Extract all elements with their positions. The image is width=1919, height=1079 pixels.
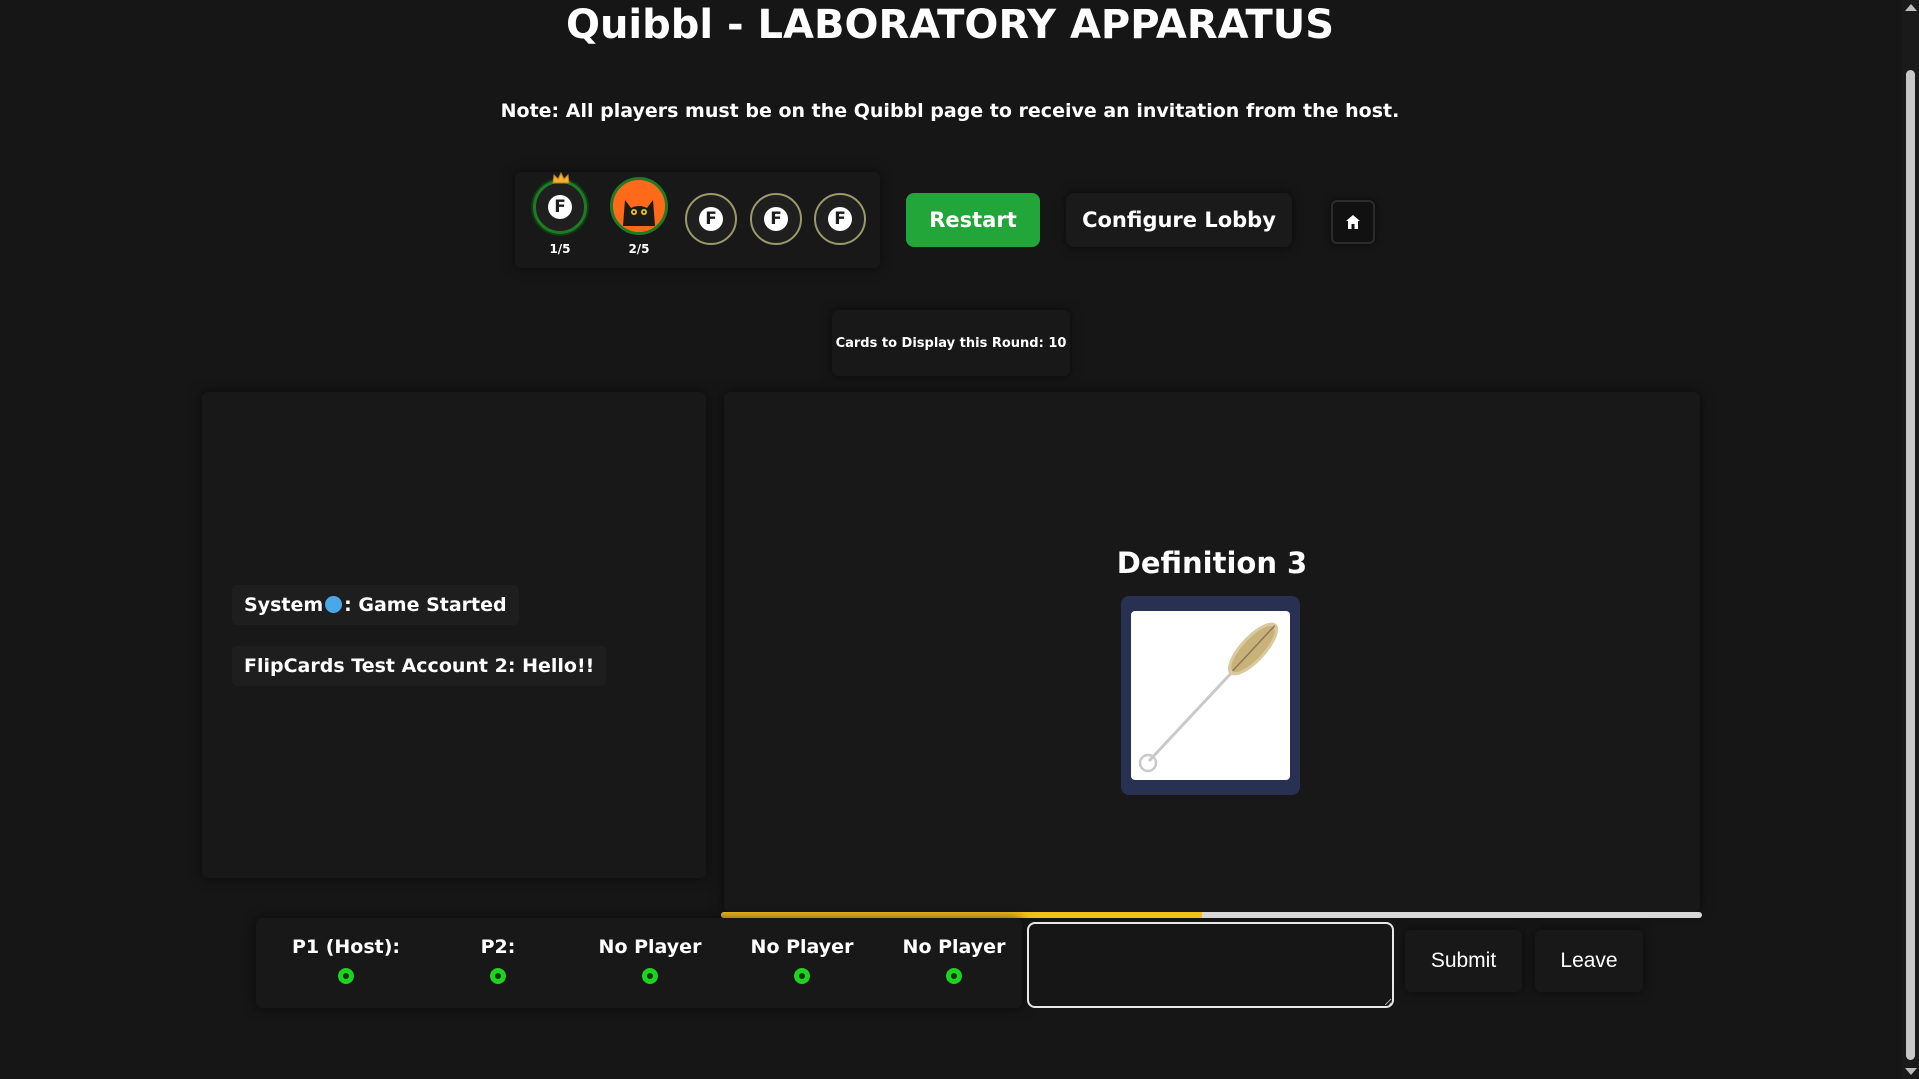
player-slot-2: P2: [423, 936, 573, 984]
invitation-note: Note: All players must be on the Quibbl … [500, 100, 1400, 122]
chat-text: : Hello!! [507, 655, 595, 677]
page-scrollbar[interactable] [1902, 0, 1919, 1079]
system-badge-icon [325, 595, 343, 613]
player-slot-4: No Player [727, 936, 877, 984]
definition-title: Definition 3 [1116, 546, 1308, 580]
status-dot-icon [338, 968, 354, 984]
f-logo-icon: F [764, 207, 788, 231]
status-dot-icon [642, 968, 658, 984]
page-title: Quibbl - LABORATORY APPARATUS [565, 2, 1335, 48]
cat-avatar-icon [613, 180, 665, 232]
player-slot-5: No Player [879, 936, 1029, 984]
avatar-player-2[interactable] [610, 177, 668, 235]
leave-button[interactable]: Leave [1535, 930, 1643, 992]
player-name: P2: [480, 936, 516, 958]
test-tube-brush-icon [1138, 622, 1279, 773]
restart-button[interactable]: Restart [906, 193, 1040, 247]
submit-button[interactable]: Submit [1405, 930, 1522, 992]
card-image [1131, 611, 1290, 780]
empty-slot-4[interactable]: F [750, 193, 802, 245]
f-logo-icon: F [548, 195, 572, 219]
chat-text: : Game Started [344, 594, 507, 616]
chat-message-system: System : Game Started [232, 585, 519, 625]
player-slot-3: No Player [575, 936, 725, 984]
crown-icon [552, 172, 570, 184]
player-status-bar: P1 (Host): P2: No Player No Player No Pl… [256, 918, 1022, 1008]
chat-sender: System [244, 594, 324, 616]
answer-input[interactable] [1027, 922, 1394, 1008]
player-name: No Player [598, 936, 702, 958]
status-dot-icon [946, 968, 962, 984]
chat-sender: FlipCards Test Account 2 [244, 655, 508, 677]
player-name: P1 (Host): [291, 936, 401, 958]
player-slot-1: P1 (Host): [271, 936, 421, 984]
avatar-host[interactable]: F [533, 180, 587, 234]
lobby-players-bar: F 1/5 2/5 F F F [515, 172, 880, 268]
definition-card[interactable] [1121, 596, 1300, 795]
home-button[interactable] [1331, 200, 1375, 244]
player-name: No Player [902, 936, 1006, 958]
home-icon [1346, 215, 1360, 229]
cards-per-round-info: Cards to Display this Round: 10 [832, 310, 1070, 376]
slot-count-2: 2/5 [628, 242, 650, 256]
scroll-thumb[interactable] [1906, 70, 1915, 1060]
scroll-up-icon[interactable] [1905, 4, 1917, 11]
empty-slot-5[interactable]: F [814, 193, 866, 245]
chat-message-user: FlipCards Test Account 2 : Hello!! [232, 646, 607, 686]
player-name: No Player [750, 936, 854, 958]
status-dot-icon [794, 968, 810, 984]
configure-lobby-button[interactable]: Configure Lobby [1066, 193, 1292, 247]
status-dot-icon [490, 968, 506, 984]
f-logo-icon: F [828, 207, 852, 231]
slot-count-1: 1/5 [549, 242, 571, 256]
scroll-down-icon[interactable] [1905, 1068, 1917, 1075]
f-logo-icon: F [699, 207, 723, 231]
chat-panel: System : Game Started FlipCards Test Acc… [202, 392, 706, 878]
empty-slot-3[interactable]: F [685, 193, 737, 245]
